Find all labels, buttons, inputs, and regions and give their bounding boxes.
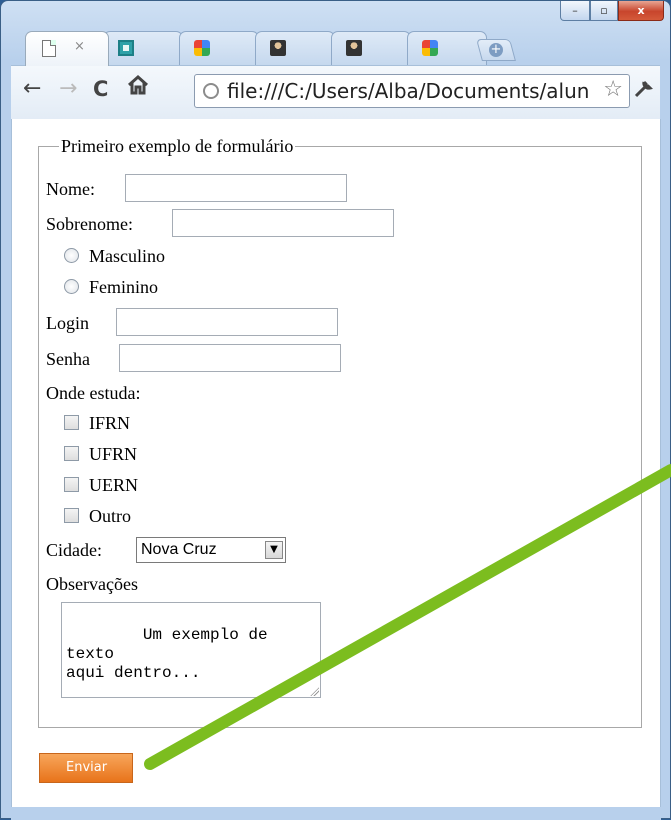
maximize-button[interactable]: ▫	[590, 1, 618, 21]
sobrenome-input[interactable]	[172, 209, 394, 237]
checkbox[interactable]	[64, 446, 79, 461]
nome-input[interactable]	[125, 174, 347, 202]
page-content: Primeiro exemplo de formulário Nome: Sob…	[11, 119, 661, 807]
url-text[interactable]: file:///C:/Users/Alba/Documents/alun	[227, 79, 595, 103]
avatar-icon	[346, 40, 362, 56]
tab-6[interactable]	[407, 31, 487, 65]
cidade-select-value: Nova Cruz	[141, 541, 217, 558]
tab-5[interactable]	[331, 31, 411, 65]
senha-input[interactable]	[119, 344, 341, 372]
tab-3[interactable]	[179, 31, 259, 65]
page-icon	[42, 40, 56, 57]
checkbox-uern[interactable]: UERN	[64, 475, 138, 496]
login-input[interactable]	[116, 308, 338, 336]
senha-label: Senha	[46, 349, 90, 369]
login-label: Login	[46, 313, 89, 333]
checkbox-ufrn-label: UFRN	[89, 444, 138, 464]
observacoes-textarea[interactable]: Um exemplo de texto aqui dentro...	[61, 602, 321, 698]
google-icon	[422, 40, 438, 56]
tab-4[interactable]	[255, 31, 335, 65]
sobrenome-label: Sobrenome:	[46, 214, 133, 234]
close-tab-icon[interactable]: ×	[74, 39, 85, 54]
checkbox-ifrn[interactable]: IFRN	[64, 413, 130, 434]
observacoes-text: Um exemplo de texto aqui dentro...	[66, 626, 268, 682]
minimize-button[interactable]: –	[560, 1, 590, 21]
radio-feminino[interactable]: Feminino	[64, 277, 158, 298]
form-legend: Primeiro exemplo de formulário	[59, 136, 296, 157]
browser-toolbar: ← → C file:///C:/Users/Alba/Documents/al…	[11, 65, 660, 119]
checkbox[interactable]	[64, 508, 79, 523]
checkbox-outro-label: Outro	[89, 506, 131, 526]
avatar-icon	[270, 40, 286, 56]
wrench-icon	[634, 80, 653, 98]
radio-button[interactable]	[64, 279, 79, 294]
window-caption-buttons: – ▫ x	[560, 1, 664, 21]
square-icon	[118, 40, 134, 56]
new-tab-button[interactable]: +	[476, 39, 516, 61]
enviar-button[interactable]: Enviar	[39, 753, 133, 783]
google-icon	[194, 40, 210, 56]
address-bar[interactable]: file:///C:/Users/Alba/Documents/alun ☆	[194, 74, 630, 108]
radio-masculino-label: Masculino	[89, 246, 165, 266]
observacoes-label: Observações	[46, 574, 138, 594]
plus-icon: +	[489, 42, 503, 57]
checkbox-outro[interactable]: Outro	[64, 506, 131, 527]
checkbox-ifrn-label: IFRN	[89, 413, 131, 433]
chevron-down-icon[interactable]: ▼	[265, 541, 283, 559]
forward-button[interactable]: →	[59, 78, 77, 100]
tab-2[interactable]	[103, 31, 183, 65]
bookmark-star-icon[interactable]: ☆	[603, 77, 623, 102]
checkbox[interactable]	[64, 415, 79, 430]
checkbox-uern-label: UERN	[89, 475, 138, 495]
browser-window: – ▫ x × + ← → C file:///C:/Users/Alba/Do…	[0, 0, 671, 820]
checkbox-ufrn[interactable]: UFRN	[64, 444, 137, 465]
page-info-icon[interactable]	[203, 83, 219, 99]
radio-masculino[interactable]: Masculino	[64, 246, 165, 267]
back-button[interactable]: ←	[23, 78, 41, 100]
cidade-select[interactable]: Nova Cruz ▼	[136, 537, 286, 563]
wrench-menu-button[interactable]	[632, 78, 654, 105]
form-fieldset: Primeiro exemplo de formulário Nome: Sob…	[38, 136, 642, 728]
home-button[interactable]	[127, 74, 151, 98]
reload-button[interactable]: C	[93, 78, 108, 100]
window-bottom-frame	[11, 807, 661, 820]
tab-active[interactable]: ×	[25, 31, 109, 66]
radio-button[interactable]	[64, 248, 79, 263]
home-icon	[128, 74, 148, 95]
radio-feminino-label: Feminino	[89, 277, 159, 297]
close-window-button[interactable]: x	[618, 1, 664, 21]
resize-grip-icon[interactable]	[309, 686, 319, 696]
cidade-label: Cidade:	[46, 540, 102, 560]
checkbox[interactable]	[64, 477, 79, 492]
onde-estuda-label: Onde estuda:	[46, 383, 141, 403]
nome-label: Nome:	[46, 179, 95, 199]
